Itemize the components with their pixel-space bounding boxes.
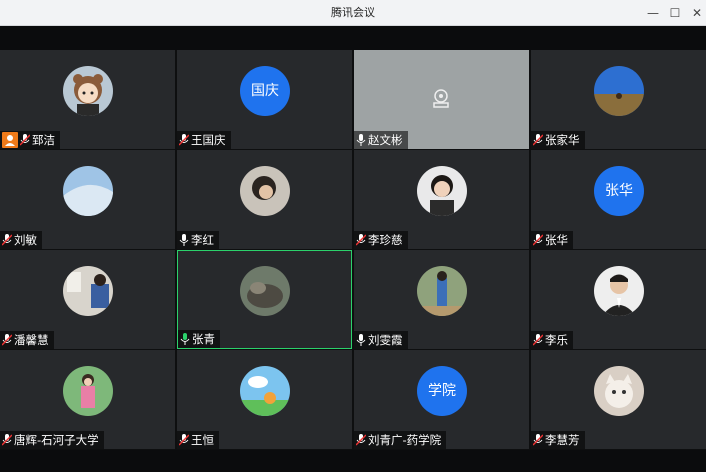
participant-name: 张家华: [545, 133, 580, 147]
avatar: [417, 166, 467, 216]
avatar: [594, 366, 644, 416]
participant-tile[interactable]: 李乐: [531, 250, 706, 349]
participant-name: 王恒: [191, 433, 214, 447]
avatar: [63, 66, 113, 116]
mic-muted-icon: [179, 134, 189, 146]
participant-tile[interactable]: 张家华: [531, 50, 706, 149]
mic-icon: [356, 134, 366, 146]
participant-nameplate: 刘雯霞: [354, 331, 408, 349]
mic-muted-icon: [2, 334, 12, 346]
mic-muted-icon: [533, 234, 543, 246]
avatar: [417, 266, 467, 316]
participant-tile[interactable]: 刘雯霞: [354, 250, 529, 349]
participant-nameplate: 唐辉-石河子大学: [0, 431, 104, 449]
avatar: [240, 366, 290, 416]
mic-muted-icon: [533, 134, 543, 146]
participant-name: 刘青广-药学院: [368, 433, 442, 447]
mic-icon: [179, 234, 189, 246]
participant-tile[interactable]: 赵文彬: [354, 50, 529, 149]
participant-tile[interactable]: 张华 张华: [531, 150, 706, 249]
participant-grid: 郅洁 国庆 王国庆 赵文彬 张家华 刘敏 李红 李珍慈 张华 张华 潘馨慧 张青…: [0, 50, 706, 450]
participant-nameplate: 张家华: [531, 131, 585, 149]
participant-nameplate: 赵文彬: [354, 131, 408, 149]
mic-muted-icon: [20, 134, 30, 146]
participant-nameplate: 刘青广-药学院: [354, 431, 447, 449]
avatar: [240, 266, 290, 316]
participant-name: 潘馨慧: [14, 333, 49, 347]
avatar: [63, 366, 113, 416]
participant-tile[interactable]: 唐辉-石河子大学: [0, 350, 175, 449]
participant-nameplate: 王国庆: [177, 131, 231, 149]
mic-muted-icon: [356, 434, 366, 446]
participant-tile[interactable]: 国庆 王国庆: [177, 50, 352, 149]
participant-name: 张青: [192, 332, 215, 346]
avatar: [63, 266, 113, 316]
participant-tile-speaking[interactable]: 张青: [177, 250, 352, 349]
participant-nameplate: 张华: [531, 231, 573, 249]
mic-muted-icon: [2, 434, 12, 446]
participant-nameplate: 潘馨慧: [0, 331, 54, 349]
participant-tile[interactable]: 郅洁: [0, 50, 175, 149]
mic-active-icon: [180, 333, 190, 345]
participant-name: 张华: [545, 233, 568, 247]
mic-muted-icon: [179, 434, 189, 446]
participant-nameplate: 李慧芳: [531, 431, 585, 449]
window-title: 腾讯会议: [331, 6, 375, 19]
avatar: 学院: [417, 366, 467, 416]
participant-tile[interactable]: 学院 刘青广-药学院: [354, 350, 529, 449]
minimize-button[interactable]: —: [642, 0, 664, 26]
participant-tile[interactable]: 李慧芳: [531, 350, 706, 449]
participant-nameplate: 郅洁: [0, 131, 60, 149]
avatar: [594, 266, 644, 316]
participant-name: 刘雯霞: [368, 333, 403, 347]
participant-nameplate: 李珍慈: [354, 231, 408, 249]
camera-icon: [430, 88, 452, 110]
participant-nameplate: 王恒: [177, 431, 219, 449]
mic-icon: [356, 334, 366, 346]
participant-name: 李乐: [545, 333, 568, 347]
mic-muted-icon: [356, 234, 366, 246]
participant-nameplate: 李红: [177, 231, 219, 249]
participant-tile[interactable]: 李珍慈: [354, 150, 529, 249]
mic-muted-icon: [2, 234, 12, 246]
participant-tile[interactable]: 王恒: [177, 350, 352, 449]
avatar: [63, 166, 113, 216]
participant-name: 李珍慈: [368, 233, 403, 247]
avatar: 国庆: [240, 66, 290, 116]
avatar: [240, 166, 290, 216]
mic-muted-icon: [533, 334, 543, 346]
top-bar: [0, 26, 706, 50]
host-icon: [2, 132, 18, 148]
participant-tile[interactable]: 李红: [177, 150, 352, 249]
participant-name: 刘敏: [14, 233, 37, 247]
close-button[interactable]: ✕: [686, 0, 706, 26]
participant-nameplate: 刘敏: [0, 231, 42, 249]
bottom-bar: [0, 450, 706, 472]
participant-name: 王国庆: [191, 133, 226, 147]
participant-nameplate: 张青: [178, 330, 220, 348]
avatar: [594, 66, 644, 116]
avatar: 张华: [594, 166, 644, 216]
participant-name: 李红: [191, 233, 214, 247]
participant-tile[interactable]: 潘馨慧: [0, 250, 175, 349]
mic-muted-icon: [533, 434, 543, 446]
window-titlebar: 腾讯会议 — ☐ ✕: [0, 0, 706, 26]
participant-tile[interactable]: 刘敏: [0, 150, 175, 249]
participant-nameplate: 李乐: [531, 331, 573, 349]
participant-name: 李慧芳: [545, 433, 580, 447]
participant-name: 唐辉-石河子大学: [14, 433, 99, 447]
participant-name: 赵文彬: [368, 133, 403, 147]
maximize-button[interactable]: ☐: [664, 0, 686, 26]
participant-name: 郅洁: [32, 133, 55, 147]
